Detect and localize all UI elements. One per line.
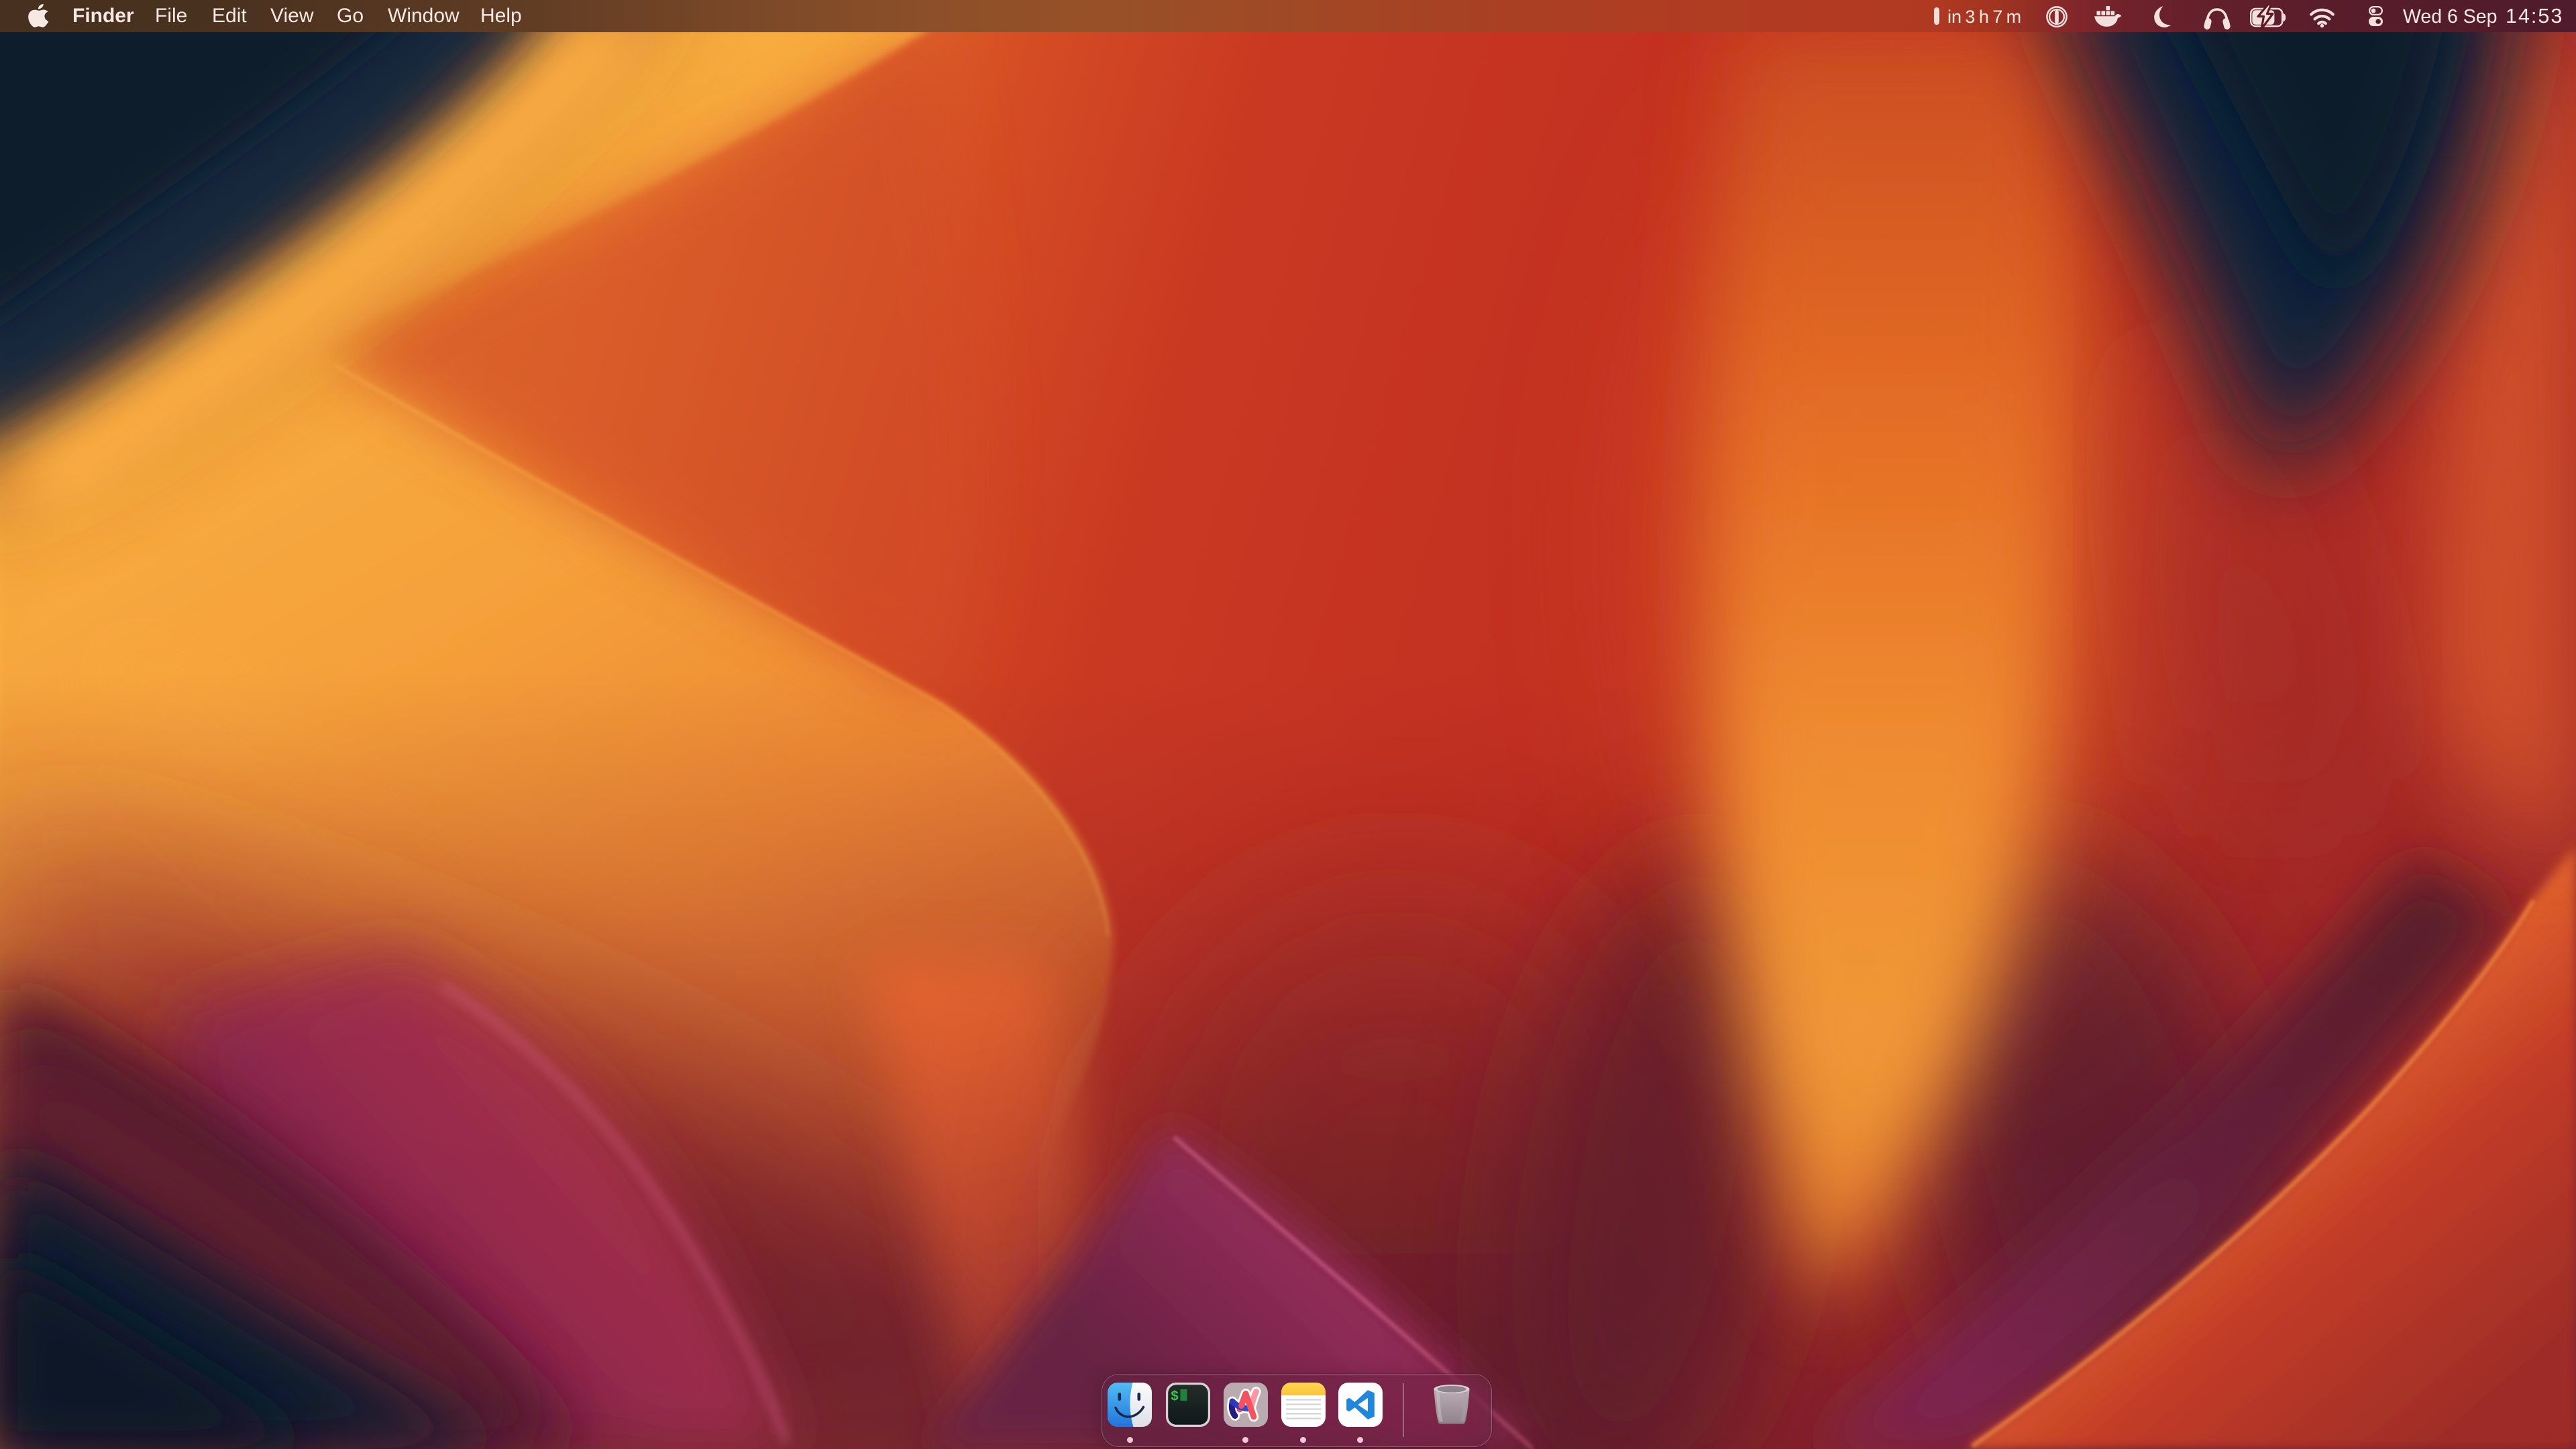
- svg-text:$: $: [1171, 1389, 1179, 1405]
